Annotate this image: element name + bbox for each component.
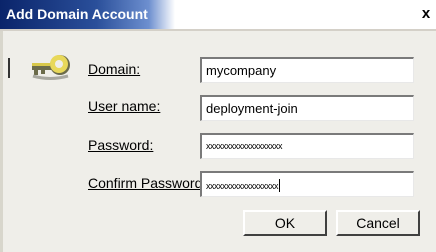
key-icon: [32, 55, 70, 80]
title-bar: Add Domain Account x: [0, 0, 436, 31]
password-field[interactable]: xxxxxxxxxxxxxxxxxxx: [200, 133, 414, 159]
cursor-mark: [8, 58, 10, 78]
confirm-password-value: xxxxxxxxxxxxxxxxxx: [206, 181, 279, 191]
domain-field[interactable]: mycompany: [200, 57, 414, 83]
domain-label: Domain:: [88, 61, 141, 77]
close-button[interactable]: x: [418, 4, 434, 24]
cancel-button[interactable]: Cancel: [336, 210, 420, 236]
password-value: xxxxxxxxxxxxxxxxxxx: [206, 141, 283, 151]
confirm-password-field[interactable]: xxxxxxxxxxxxxxxxxx: [200, 171, 414, 197]
add-domain-account-dialog: Add Domain Account x Domain: mycompany U…: [0, 0, 436, 252]
username-field[interactable]: deployment-join: [200, 95, 414, 121]
window-title: Add Domain Account: [6, 6, 148, 22]
ok-button[interactable]: OK: [243, 210, 327, 236]
username-label: User name:: [88, 98, 161, 114]
username-value: deployment-join: [206, 101, 298, 116]
confirm-password-label: Confirm Password:: [88, 175, 207, 191]
left-edge: [0, 31, 3, 252]
password-label: Password:: [88, 137, 154, 153]
text-caret: [279, 179, 280, 192]
domain-value: mycompany: [206, 63, 277, 78]
